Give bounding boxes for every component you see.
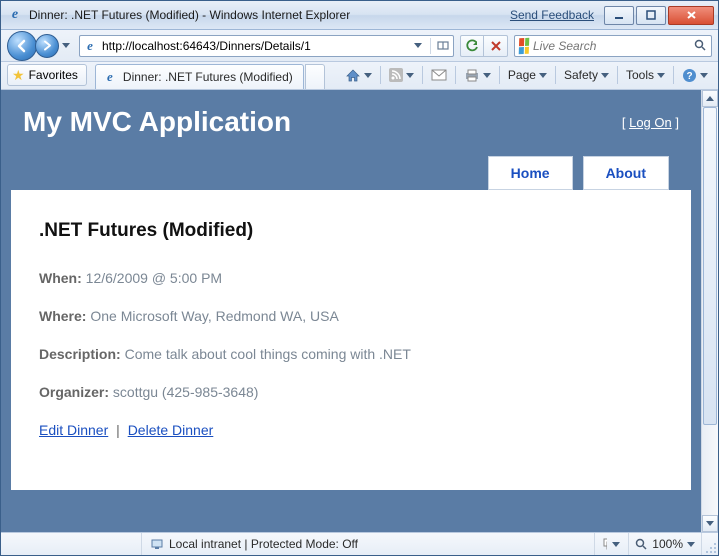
site-title: My MVC Application: [23, 106, 291, 138]
zoom-control[interactable]: 100%: [628, 533, 701, 555]
viewport: My MVC Application [ Log On ] Home About…: [1, 90, 718, 532]
scroll-down-button[interactable]: [702, 515, 718, 532]
live-search-icon: [519, 37, 530, 54]
scroll-up-button[interactable]: [702, 90, 718, 107]
vertical-scrollbar[interactable]: [701, 90, 718, 532]
svg-text:?: ?: [686, 71, 692, 82]
intranet-icon: [150, 537, 164, 551]
logon-link[interactable]: Log On: [629, 115, 672, 130]
page-menu[interactable]: Page: [504, 64, 551, 86]
status-bar: Local intranet | Protected Mode: Off 100…: [1, 532, 718, 555]
feeds-button[interactable]: [385, 64, 418, 86]
delete-dinner-link[interactable]: Delete Dinner: [128, 422, 214, 438]
nav-about[interactable]: About: [583, 156, 669, 190]
send-feedback-link[interactable]: Send Feedback: [510, 8, 594, 22]
search-go-button[interactable]: [694, 39, 707, 52]
field-where: Where: One Microsoft Way, Redmond WA, US…: [39, 308, 663, 324]
help-button[interactable]: ?: [678, 64, 712, 86]
scroll-track[interactable]: [702, 107, 718, 515]
action-links: Edit Dinner | Delete Dinner: [39, 422, 663, 438]
field-description: Description: Come talk about cool things…: [39, 346, 663, 362]
zoom-icon: [635, 538, 648, 551]
tab-favicon: e: [102, 69, 118, 85]
safety-menu[interactable]: Safety: [560, 64, 613, 86]
print-button[interactable]: [460, 64, 495, 86]
home-button[interactable]: [341, 64, 376, 86]
compat-view-icon[interactable]: [435, 37, 451, 55]
address-bar[interactable]: e: [79, 35, 454, 57]
page-favicon: e: [82, 38, 98, 54]
content-card: .NET Futures (Modified) When: 12/6/2009 …: [11, 190, 691, 490]
zoom-value: 100%: [652, 537, 683, 551]
logon-area: [ Log On ]: [622, 115, 679, 130]
nav-home[interactable]: Home: [488, 156, 573, 190]
forward-button[interactable]: [35, 34, 59, 58]
star-icon: ★: [12, 67, 25, 84]
ie-favicon: e: [7, 7, 23, 23]
new-tab-button[interactable]: [305, 64, 325, 89]
search-box[interactable]: [514, 35, 712, 57]
status-zone: Local intranet | Protected Mode: Off: [141, 533, 594, 555]
tools-menu[interactable]: Tools: [622, 64, 669, 86]
resize-grip[interactable]: [701, 533, 718, 555]
back-button[interactable]: [7, 31, 37, 61]
refresh-button[interactable]: [460, 35, 484, 57]
browser-window: e Dinner: .NET Futures (Modified) - Wind…: [0, 0, 719, 556]
search-input[interactable]: [533, 39, 690, 53]
history-dropdown[interactable]: [59, 34, 73, 58]
address-dropdown[interactable]: [410, 37, 426, 55]
close-button[interactable]: [668, 6, 714, 25]
stop-button[interactable]: [484, 35, 508, 57]
tabs-toolbar: ★ Favorites e Dinner: .NET Futures (Modi…: [1, 62, 718, 90]
favorites-label: Favorites: [29, 68, 78, 82]
favorites-button[interactable]: ★ Favorites: [7, 64, 87, 86]
navigation-toolbar: e: [1, 30, 718, 62]
page-content: My MVC Application [ Log On ] Home About…: [1, 90, 701, 532]
url-input[interactable]: [102, 37, 406, 55]
maximize-button[interactable]: [636, 6, 666, 25]
minimize-button[interactable]: [604, 6, 634, 25]
command-bar: Page Safety Tools ?: [341, 64, 712, 86]
browser-tab[interactable]: e Dinner: .NET Futures (Modified): [95, 64, 304, 89]
page-heading: .NET Futures (Modified): [39, 220, 663, 242]
field-when: When: 12/6/2009 @ 5:00 PM: [39, 270, 663, 286]
scroll-thumb[interactable]: [703, 107, 717, 425]
field-organizer: Organizer: scottgu (425-985-3648): [39, 384, 663, 400]
status-popup[interactable]: [594, 533, 628, 555]
edit-dinner-link[interactable]: Edit Dinner: [39, 422, 108, 438]
window-title: Dinner: .NET Futures (Modified) - Window…: [29, 8, 350, 22]
titlebar: e Dinner: .NET Futures (Modified) - Wind…: [1, 1, 718, 30]
tab-title: Dinner: .NET Futures (Modified): [123, 70, 293, 84]
status-left: [1, 533, 141, 555]
read-mail-button[interactable]: [427, 64, 451, 86]
